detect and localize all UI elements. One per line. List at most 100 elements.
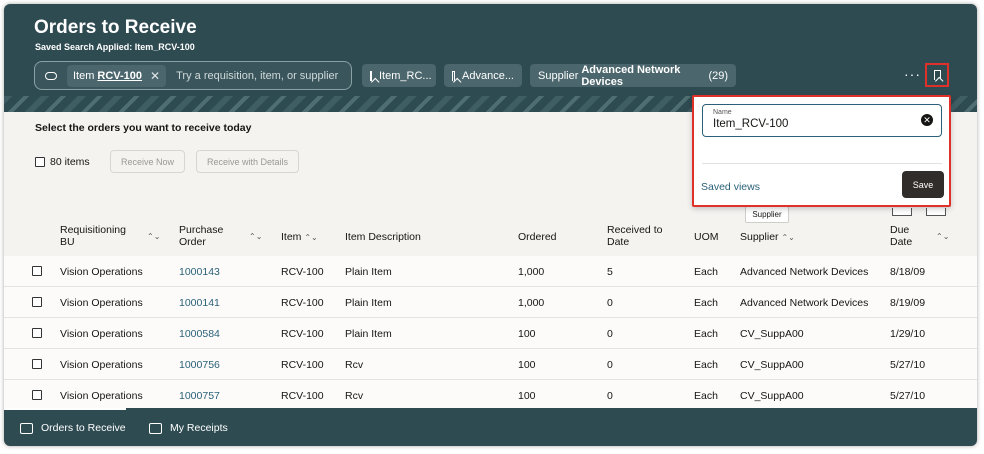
sort-icon[interactable]: ⌃⌄ <box>249 232 262 241</box>
columns-icon[interactable] <box>926 208 946 216</box>
clear-icon[interactable]: ✕ <box>921 114 933 126</box>
truck-icon <box>20 422 33 434</box>
filter-chip-item[interactable]: Item RCV-100 ✕ <box>67 64 167 87</box>
po-link[interactable]: 1000584 <box>179 328 220 340</box>
cell-ordered: 100 <box>518 359 536 371</box>
page-title: Orders to Receive <box>34 17 197 38</box>
active-tab-indicator <box>4 408 126 410</box>
cell-item: RCV-100 <box>281 297 324 309</box>
table-view-icon[interactable] <box>892 208 912 216</box>
cell-ordered: 100 <box>518 390 536 402</box>
cell-supplier: Advanced Network Devices <box>740 297 869 309</box>
cell-bu: Vision Operations <box>60 359 143 371</box>
supplier-tooltip: Supplier <box>745 206 789 223</box>
select-all[interactable]: 80 items <box>35 156 90 168</box>
cell-due: 1/29/10 <box>890 328 926 340</box>
save-search-popup: Name Item_RCV-100 ✕ Saved views Save <box>692 95 951 207</box>
table-row[interactable]: Vision Operations 1000757 RCV-100 Rcv 10… <box>4 380 977 411</box>
name-label: Name <box>713 109 732 116</box>
row-checkbox[interactable] <box>32 359 42 369</box>
cell-uom: Each <box>694 359 718 371</box>
row-checkbox[interactable] <box>32 328 42 338</box>
save-search-button[interactable] <box>925 63 949 87</box>
sort-icon[interactable]: ⌃⌄ <box>147 232 160 241</box>
tab-orders-to-receive[interactable]: Orders to Receive <box>20 422 126 434</box>
table-row[interactable]: Vision Operations 1000141 RCV-100 Plain … <box>4 287 977 318</box>
cell-description: Plain Item <box>345 328 392 340</box>
cell-item: RCV-100 <box>281 359 324 371</box>
cell-bu: Vision Operations <box>60 390 143 402</box>
row-checkbox[interactable] <box>32 390 42 400</box>
search-name-field[interactable]: Name Item_RCV-100 ✕ <box>702 104 942 137</box>
filter-chip-prefix: Item <box>73 69 95 82</box>
column-header-bu[interactable]: Requisitioning BU <box>60 224 130 248</box>
column-header-supplier[interactable]: Supplier ⌃⌄ <box>740 231 795 244</box>
bookmark-icon <box>933 70 941 80</box>
search-toggle-icon <box>45 71 57 80</box>
supplier-filter-pill[interactable]: Supplier Advanced Network Devices (29) <box>530 64 736 88</box>
column-header-uom: UOM <box>694 231 719 243</box>
column-header-due[interactable]: Due Date <box>890 224 920 248</box>
receive-now-button[interactable]: Receive Now <box>110 150 186 173</box>
cell-received: 5 <box>607 266 613 278</box>
po-link[interactable]: 1000757 <box>179 390 220 402</box>
table-row[interactable]: Vision Operations 1000756 RCV-100 Rcv 10… <box>4 349 977 380</box>
cell-uom: Each <box>694 390 718 402</box>
more-options-icon[interactable]: ··· <box>904 66 921 82</box>
po-link[interactable]: 1000141 <box>179 297 220 309</box>
table-row[interactable]: Vision Operations 1000584 RCV-100 Plain … <box>4 318 977 349</box>
po-link[interactable]: 1000143 <box>179 266 220 278</box>
app-window: Orders to Receive Saved Search Applied: … <box>4 4 977 446</box>
bookmark-icon <box>370 70 372 81</box>
cell-item: RCV-100 <box>281 266 324 278</box>
po-link[interactable]: 1000756 <box>179 359 220 371</box>
column-header-description: Item Description <box>345 231 421 243</box>
column-header-item[interactable]: Item ⌃⌄ <box>281 231 318 244</box>
cell-supplier: CV_SuppA00 <box>740 328 804 340</box>
cell-due: 5/27/10 <box>890 390 926 402</box>
cell-ordered: 100 <box>518 328 536 340</box>
search-input[interactable]: Item RCV-100 ✕ Try a requisition, item, … <box>34 61 352 90</box>
column-header-received: Received to Date <box>607 224 663 248</box>
cell-uom: Each <box>694 328 718 340</box>
cell-received: 0 <box>607 390 613 402</box>
pill-count: (29) <box>708 69 728 82</box>
cell-received: 0 <box>607 297 613 309</box>
footer-nav: Orders to Receive My Receipts <box>4 408 977 446</box>
cell-bu: Vision Operations <box>60 266 143 278</box>
receive-with-details-button[interactable]: Receive with Details <box>196 150 300 173</box>
cell-received: 0 <box>607 328 613 340</box>
cell-ordered: 1,000 <box>518 297 545 309</box>
row-checkbox[interactable] <box>32 297 42 307</box>
cell-supplier: Advanced Network Devices <box>740 266 869 278</box>
cell-supplier: CV_SuppA00 <box>740 359 804 371</box>
cell-ordered: 1,000 <box>518 266 545 278</box>
saved-search-subtitle: Saved Search Applied: Item_RCV-100 <box>35 42 195 52</box>
cell-due: 8/18/09 <box>890 266 926 278</box>
sort-icon[interactable]: ⌃⌄ <box>304 232 317 244</box>
column-header-po[interactable]: Purchase Order <box>179 224 229 248</box>
saved-search-pill-item[interactable]: Item_RC... <box>362 64 436 87</box>
saved-views-link[interactable]: Saved views <box>701 181 760 193</box>
select-all-checkbox[interactable] <box>35 157 45 167</box>
saved-search-pill-advanced[interactable]: Advance... <box>444 64 522 87</box>
cell-uom: Each <box>694 266 718 278</box>
tab-label: Orders to Receive <box>41 422 126 434</box>
pill-label: Item_RC... <box>379 69 432 82</box>
cell-description: Plain Item <box>345 297 392 309</box>
cell-supplier: CV_SuppA00 <box>740 390 804 402</box>
row-checkbox[interactable] <box>32 266 42 276</box>
filter-chip-value: RCV-100 <box>97 69 143 82</box>
cell-bu: Vision Operations <box>60 328 143 340</box>
tab-my-receipts[interactable]: My Receipts <box>149 422 228 434</box>
close-icon[interactable]: ✕ <box>150 69 160 83</box>
instruction-text: Select the orders you want to receive to… <box>35 122 252 134</box>
cell-due: 5/27/10 <box>890 359 926 371</box>
cell-item: RCV-100 <box>281 328 324 340</box>
table-row[interactable]: Vision Operations 1000143 RCV-100 Plain … <box>4 256 977 287</box>
column-header-ordered: Ordered <box>518 231 557 243</box>
sort-icon[interactable]: ⌃⌄ <box>781 232 794 244</box>
sort-icon[interactable]: ⌃⌄ <box>936 232 949 241</box>
save-button[interactable]: Save <box>902 171 944 198</box>
search-placeholder: Try a requisition, item, or supplier <box>176 69 339 82</box>
